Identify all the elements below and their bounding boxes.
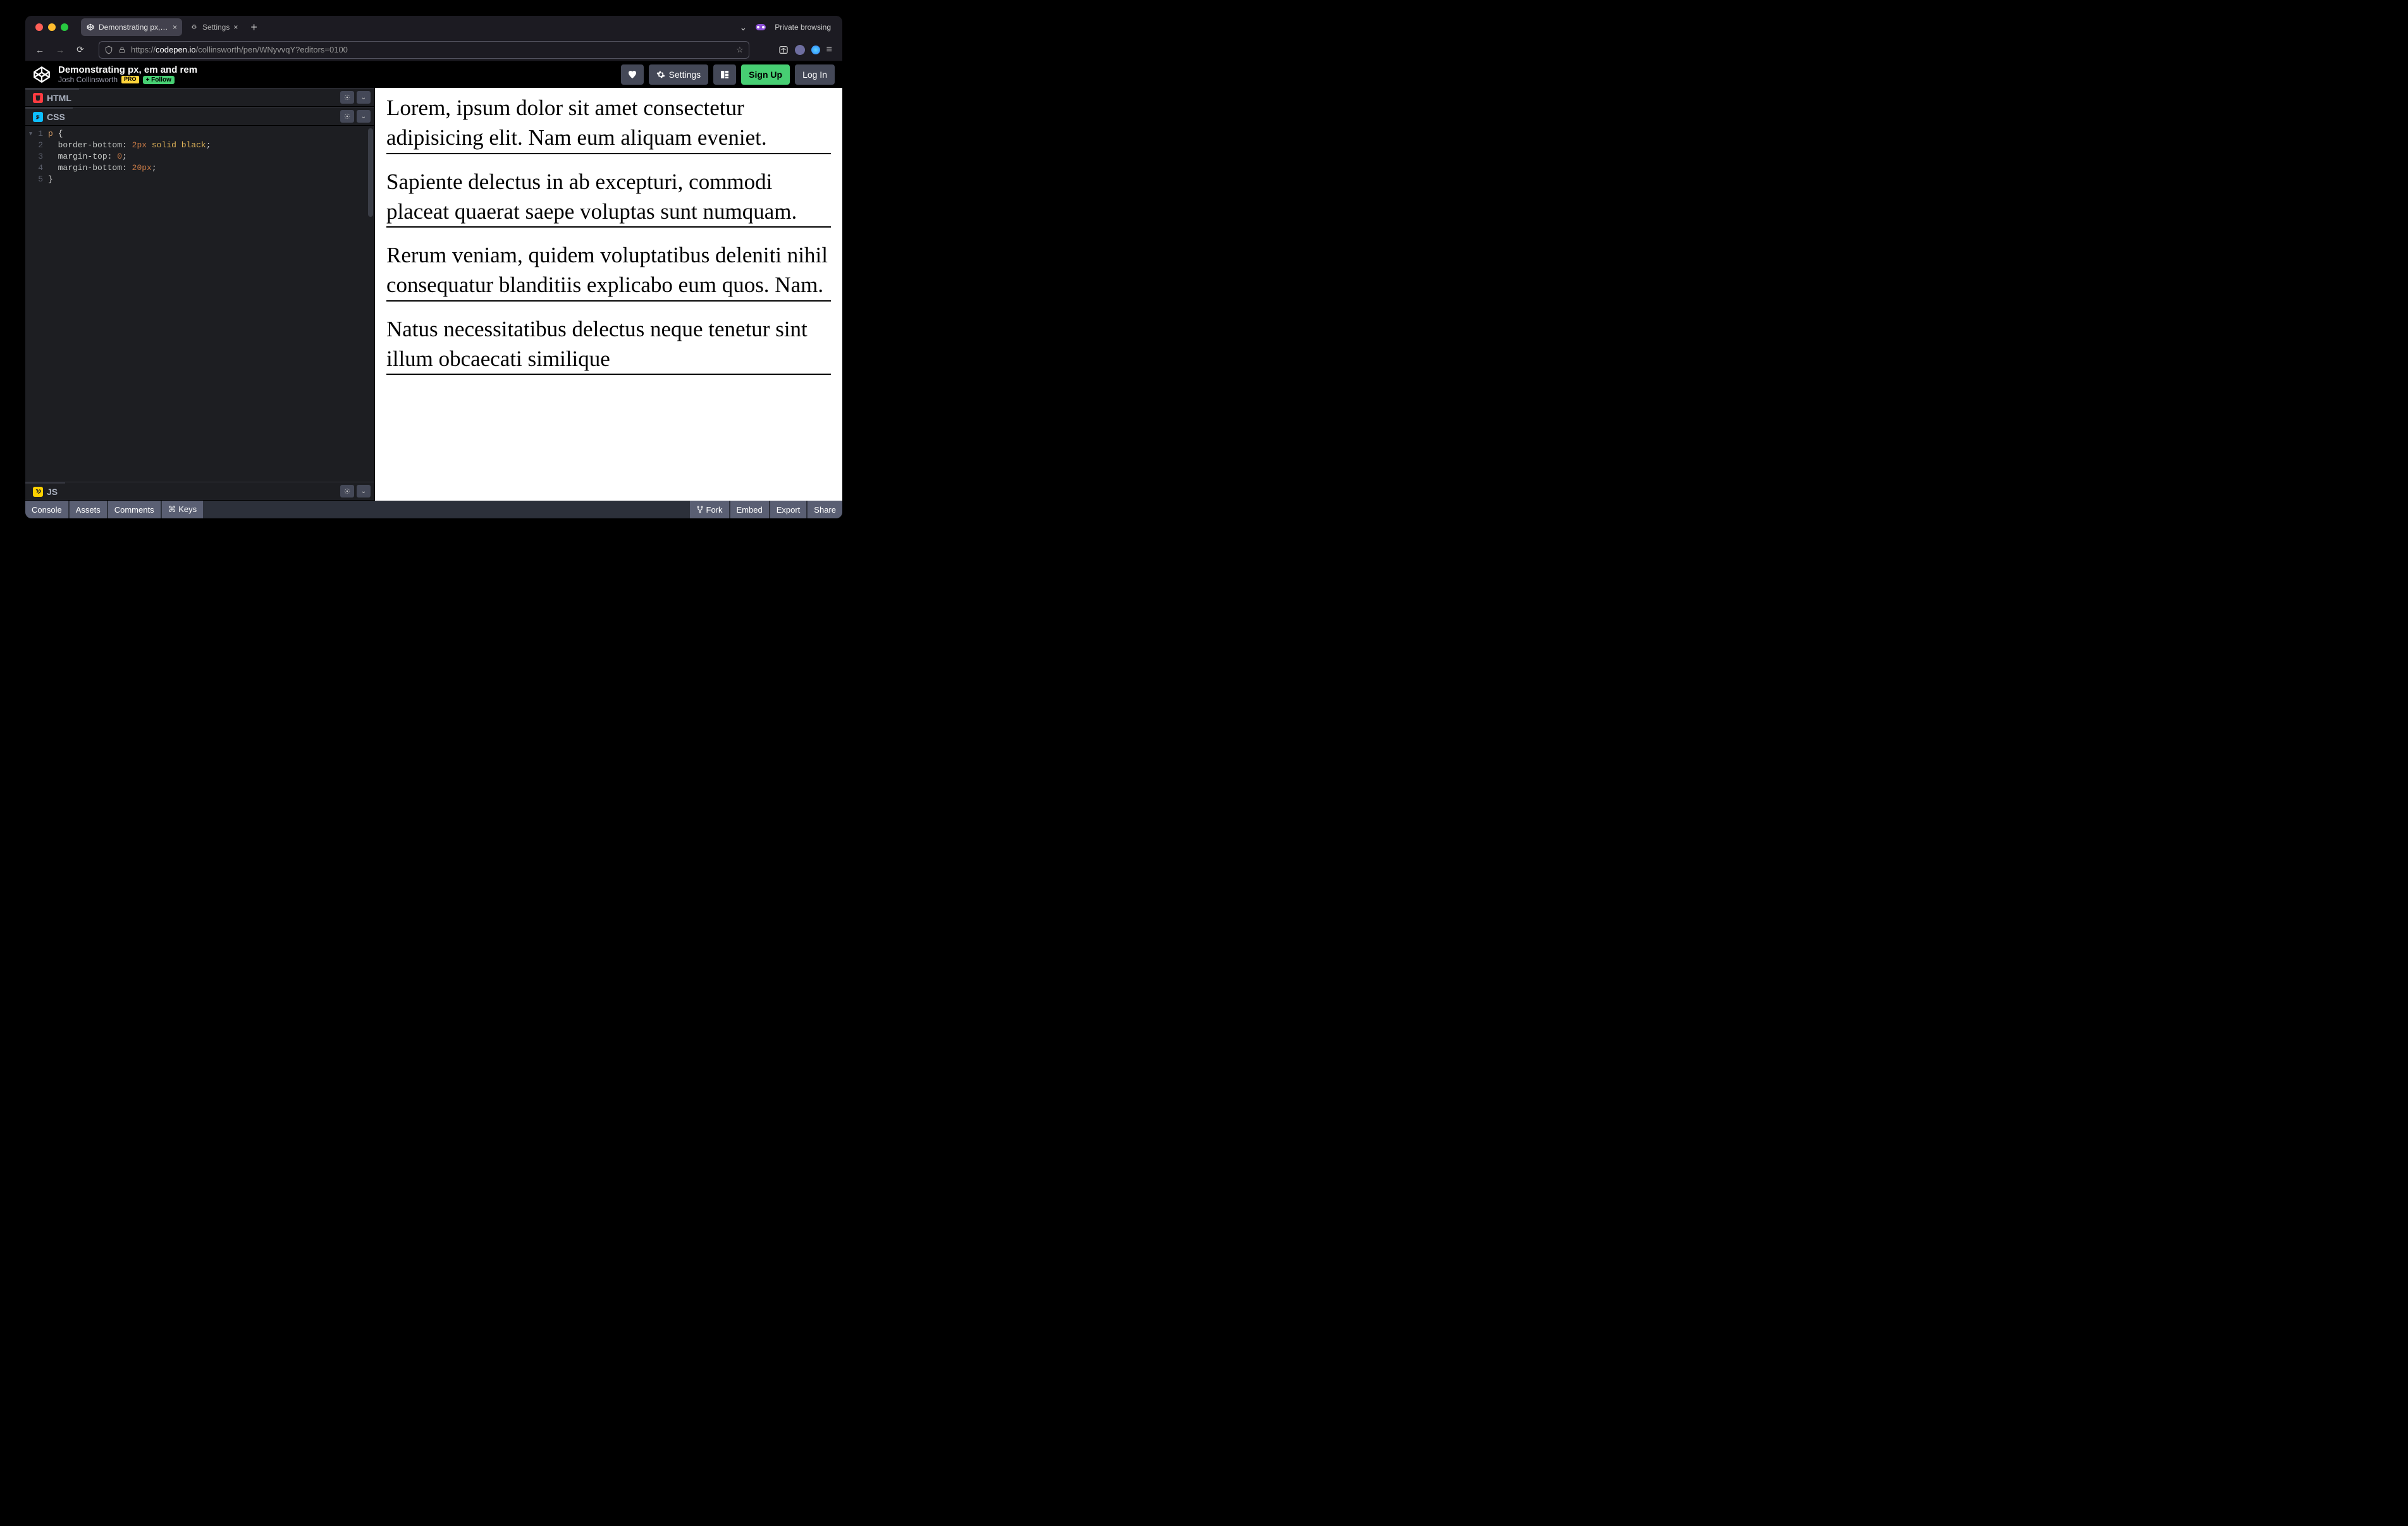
html-lang-icon bbox=[33, 93, 43, 103]
lock-icon[interactable] bbox=[118, 46, 126, 54]
back-button[interactable]: ← bbox=[32, 42, 48, 58]
html-chevron-down-icon[interactable]: ⌄ bbox=[357, 91, 371, 104]
css-chevron-down-icon[interactable]: ⌄ bbox=[357, 110, 371, 123]
editors-column: HTML ⌄ CSS bbox=[25, 88, 375, 501]
comments-button[interactable]: Comments bbox=[108, 501, 161, 518]
close-window-button[interactable] bbox=[35, 23, 43, 31]
url-text: https://codepen.io/collinsworth/pen/WNyv… bbox=[131, 45, 731, 54]
fork-button[interactable]: Fork bbox=[690, 501, 729, 518]
js-panel-label: JS bbox=[47, 487, 58, 497]
js-settings-icon[interactable] bbox=[340, 485, 354, 497]
html-panel-header[interactable]: HTML ⌄ bbox=[25, 88, 374, 107]
settings-label: Settings bbox=[669, 70, 701, 80]
app-menu-icon[interactable]: ≡ bbox=[826, 44, 832, 56]
reload-button[interactable]: ⟳ bbox=[72, 42, 89, 58]
css-panel-label: CSS bbox=[47, 112, 65, 122]
html-panel-label: HTML bbox=[47, 93, 71, 103]
codepen-header: Demonstrating px, em and rem Josh Collin… bbox=[25, 61, 842, 88]
codepen-body: HTML ⌄ CSS bbox=[25, 88, 842, 501]
preview-paragraph: Natus necessitatibus delectus neque tene… bbox=[386, 314, 831, 375]
extension-icon[interactable] bbox=[811, 46, 820, 54]
css-panel-header[interactable]: CSS ⌄ bbox=[25, 107, 374, 126]
console-button[interactable]: Console bbox=[25, 501, 68, 518]
url-bar[interactable]: https://codepen.io/collinsworth/pen/WNyv… bbox=[99, 41, 749, 59]
forward-button[interactable]: → bbox=[52, 42, 68, 58]
codepen-logo-icon[interactable] bbox=[33, 66, 51, 83]
html-editor-panel: HTML ⌄ bbox=[25, 88, 374, 107]
layout-button[interactable] bbox=[713, 64, 736, 85]
css-lang-icon bbox=[33, 112, 43, 122]
gear-icon bbox=[656, 70, 665, 79]
tab-overflow-icon[interactable]: ⌄ bbox=[740, 22, 747, 33]
zoom-window-button[interactable] bbox=[61, 23, 68, 31]
signup-button[interactable]: Sign Up bbox=[741, 64, 790, 85]
editor-scrollbar[interactable] bbox=[368, 128, 373, 217]
browser-tab-active[interactable]: Demonstrating px, em and rem × bbox=[81, 18, 182, 36]
pen-author[interactable]: Josh Collinsworth bbox=[58, 76, 118, 84]
window-controls bbox=[35, 23, 68, 31]
codepen-footer: Console Assets Comments ⌘ Keys Fork Embe… bbox=[25, 501, 842, 518]
settings-button[interactable]: Settings bbox=[649, 64, 709, 85]
preview-pane: Lorem, ipsum dolor sit amet consectetur … bbox=[375, 88, 842, 501]
browser-tab-settings[interactable]: ⚙ Settings × bbox=[185, 18, 243, 36]
pro-badge: PRO bbox=[121, 76, 139, 83]
css-code-area[interactable]: ▾ 12345 p { border-bottom: 2px solid bla… bbox=[25, 126, 374, 482]
js-chevron-down-icon[interactable]: ⌄ bbox=[357, 485, 371, 497]
browser-window: Demonstrating px, em and rem × ⚙ Setting… bbox=[25, 16, 842, 518]
css-code-lines[interactable]: p { border-bottom: 2px solid black; marg… bbox=[48, 128, 374, 482]
gear-favicon-icon: ⚙ bbox=[190, 23, 199, 32]
tab-title: Demonstrating px, em and rem bbox=[99, 23, 169, 32]
new-tab-button[interactable]: + bbox=[245, 21, 262, 34]
js-panel-header[interactable]: JS ⌄ bbox=[25, 482, 374, 501]
profile-avatar-icon[interactable] bbox=[795, 45, 805, 55]
export-button[interactable]: Export bbox=[770, 501, 807, 518]
pen-title: Demonstrating px, em and rem bbox=[58, 65, 197, 76]
tab-title: Settings bbox=[202, 23, 230, 32]
browser-tab-strip: Demonstrating px, em and rem × ⚙ Setting… bbox=[25, 16, 842, 39]
embed-button[interactable]: Embed bbox=[730, 501, 769, 518]
css-gutter: ▾ 12345 bbox=[25, 128, 48, 482]
css-editor-panel: CSS ⌄ ▾ 12345 p { border-bottom: 2px sol… bbox=[25, 107, 374, 482]
private-browsing-label: Private browsing bbox=[775, 23, 831, 32]
follow-button[interactable]: + Follow bbox=[143, 76, 175, 84]
minimize-window-button[interactable] bbox=[48, 23, 56, 31]
private-browsing-icon bbox=[756, 24, 766, 30]
js-editor-panel: JS ⌄ bbox=[25, 482, 374, 501]
browser-nav-bar: ← → ⟳ https://codepen.io/collinsworth/pe… bbox=[25, 39, 842, 61]
assets-button[interactable]: Assets bbox=[70, 501, 107, 518]
preview-paragraph: Rerum veniam, quidem voluptatibus deleni… bbox=[386, 240, 831, 302]
shield-icon[interactable] bbox=[104, 46, 113, 54]
keys-button[interactable]: ⌘ Keys bbox=[162, 501, 204, 518]
fork-label: Fork bbox=[706, 505, 723, 515]
preview-paragraph: Sapiente delectus in ab excepturi, commo… bbox=[386, 167, 831, 228]
bookmark-star-icon[interactable]: ☆ bbox=[736, 45, 744, 55]
html-settings-icon[interactable] bbox=[340, 91, 354, 104]
love-button[interactable] bbox=[621, 64, 644, 85]
codepen-favicon-icon bbox=[86, 23, 95, 32]
login-button[interactable]: Log In bbox=[795, 64, 835, 85]
preview-paragraph: Lorem, ipsum dolor sit amet consectetur … bbox=[386, 93, 831, 154]
js-lang-icon bbox=[33, 487, 43, 497]
close-tab-icon[interactable]: × bbox=[173, 23, 177, 32]
share-button[interactable]: Share bbox=[808, 501, 842, 518]
css-settings-icon[interactable] bbox=[340, 110, 354, 123]
reader-icon[interactable] bbox=[778, 45, 789, 55]
close-tab-icon[interactable]: × bbox=[233, 23, 238, 32]
